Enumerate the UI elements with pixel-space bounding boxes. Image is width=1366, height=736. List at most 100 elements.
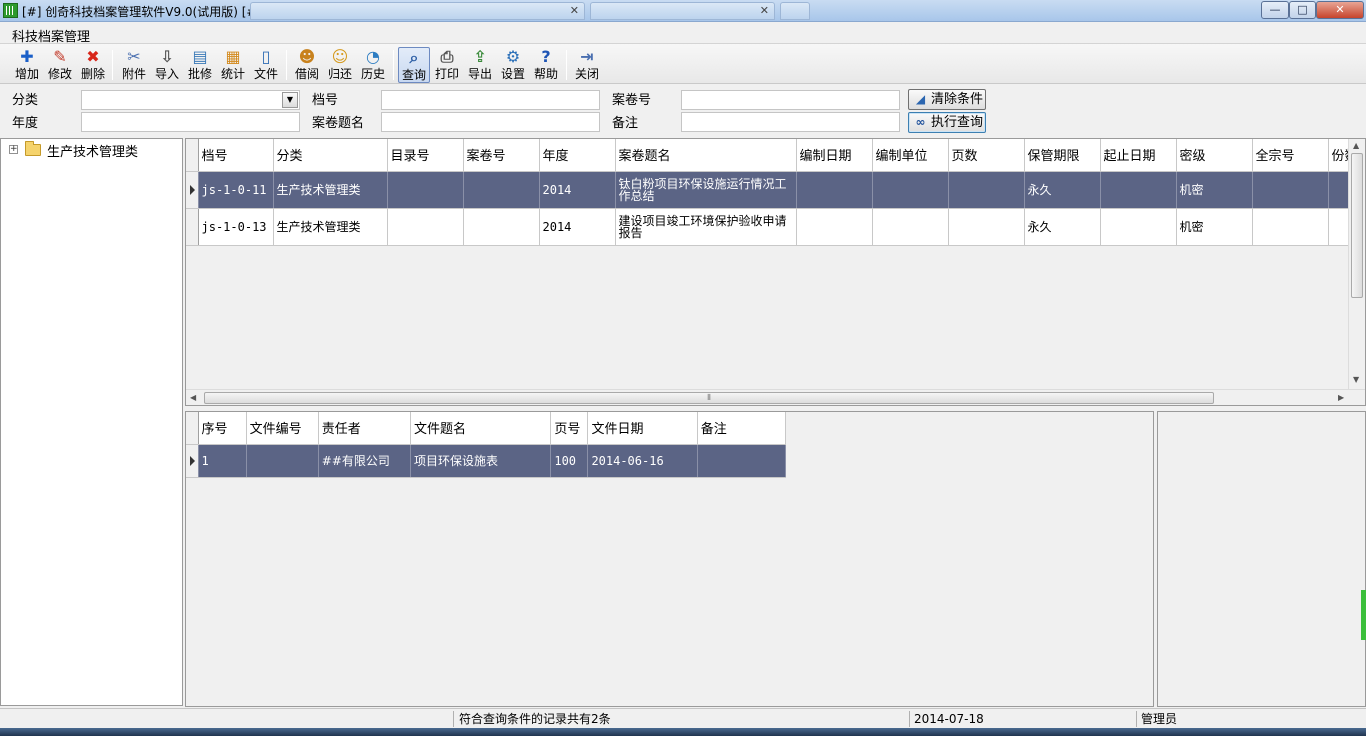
table-cell[interactable] bbox=[1252, 171, 1329, 209]
column-header-catalog-no[interactable]: 目录号 bbox=[387, 139, 464, 172]
file-button[interactable]: ▯ 文件 bbox=[250, 47, 282, 83]
table-cell[interactable]: 机密 bbox=[1176, 171, 1253, 209]
table-cell[interactable] bbox=[697, 444, 787, 478]
column-header-remark[interactable]: 备注 bbox=[697, 412, 787, 445]
column-header-category[interactable]: 分类 bbox=[273, 139, 388, 172]
column-header-fonds-no[interactable]: 全宗号 bbox=[1252, 139, 1329, 172]
execute-query-button[interactable]: ∞ 执行查询 bbox=[908, 112, 986, 133]
column-header-year[interactable]: 年度 bbox=[539, 139, 616, 172]
table-cell[interactable] bbox=[1100, 171, 1177, 209]
table-cell[interactable] bbox=[948, 171, 1025, 209]
archive-vertical-scrollbar[interactable]: ▲ ▼ bbox=[1348, 139, 1365, 389]
table-cell[interactable]: ##有限公司 bbox=[318, 444, 412, 478]
table-cell[interactable] bbox=[872, 208, 949, 246]
blurred-window-tab bbox=[780, 2, 810, 20]
statistics-button[interactable]: ▦ 统计 bbox=[217, 47, 249, 83]
category-select[interactable]: ▼ bbox=[81, 90, 300, 110]
close-button[interactable]: ⇥ 关闭 bbox=[571, 47, 603, 83]
add-button[interactable]: ✚ 增加 bbox=[11, 47, 43, 83]
table-cell[interactable] bbox=[796, 171, 873, 209]
table-cell[interactable]: 100 bbox=[550, 444, 589, 478]
table-cell[interactable]: 生产技术管理类 bbox=[273, 208, 388, 246]
volume-no-input[interactable] bbox=[681, 90, 900, 110]
horizontal-scroll-thumb[interactable]: ⦀ bbox=[204, 392, 1214, 404]
settings-button[interactable]: ⚙ 设置 bbox=[497, 47, 529, 83]
clear-conditions-button[interactable]: ◢ 清除条件 bbox=[908, 89, 986, 110]
column-header-compile-date[interactable]: 编制日期 bbox=[796, 139, 873, 172]
column-header-volume-no[interactable]: 案卷号 bbox=[463, 139, 540, 172]
delete-button[interactable]: ✖ 删除 bbox=[77, 47, 109, 83]
table-cell[interactable] bbox=[246, 444, 319, 478]
table-cell[interactable]: 生产技术管理类 bbox=[273, 171, 388, 209]
table-cell[interactable]: 钛白粉项目环保设施运行情况工作总结 bbox=[615, 171, 797, 209]
borrow-button[interactable]: ☻ 借阅 bbox=[291, 47, 323, 83]
table-cell[interactable]: 机密 bbox=[1176, 208, 1253, 246]
batch-edit-button[interactable]: ▤ 批修 bbox=[184, 47, 216, 83]
close-window-button[interactable]: ✕ bbox=[1316, 1, 1364, 19]
minimize-button[interactable]: — bbox=[1261, 1, 1289, 19]
column-header-security-level[interactable]: 密级 bbox=[1176, 139, 1253, 172]
archive-header-row: 档号 分类 目录号 案卷号 年度 案卷题名 编制日期 编制单位 页数 保管期限 … bbox=[186, 139, 1365, 172]
table-cell[interactable]: 2014-06-16 bbox=[587, 444, 698, 478]
side-tab[interactable] bbox=[1361, 590, 1366, 640]
column-header-pages[interactable]: 页数 bbox=[948, 139, 1025, 172]
scroll-right-icon[interactable]: ▶ bbox=[1338, 393, 1344, 402]
table-row[interactable]: 1 ##有限公司 项目环保设施表 100 2014-06-16 bbox=[186, 444, 787, 478]
menu-item-archive-management[interactable]: 科技档案管理 bbox=[12, 26, 90, 45]
expand-plus-icon[interactable]: + bbox=[9, 145, 18, 154]
remark-input[interactable] bbox=[681, 112, 900, 132]
column-header-file-date[interactable]: 文件日期 bbox=[587, 412, 698, 445]
attachment-button[interactable]: ✂ 附件 bbox=[118, 47, 150, 83]
table-cell[interactable] bbox=[1252, 208, 1329, 246]
paperclip-icon: ✂ bbox=[127, 47, 141, 66]
table-cell[interactable] bbox=[948, 208, 1025, 246]
table-cell[interactable] bbox=[1100, 208, 1177, 246]
table-cell[interactable]: js-1-0-11 bbox=[198, 171, 274, 209]
vertical-scroll-thumb[interactable] bbox=[1351, 153, 1363, 298]
print-button[interactable]: ⎙ 打印 bbox=[431, 47, 463, 83]
table-cell[interactable] bbox=[872, 171, 949, 209]
archive-horizontal-scrollbar[interactable]: ◀ ⦀ ▶ bbox=[186, 389, 1365, 405]
column-header-seq-no[interactable]: 序号 bbox=[198, 412, 247, 445]
table-cell[interactable] bbox=[387, 208, 464, 246]
column-header-date-range[interactable]: 起止日期 bbox=[1100, 139, 1177, 172]
maximize-button[interactable]: □ bbox=[1289, 1, 1316, 19]
table-cell[interactable]: js-1-0-13 bbox=[198, 208, 274, 246]
help-button[interactable]: ? 帮助 bbox=[530, 47, 562, 83]
table-cell[interactable]: 2014 bbox=[539, 171, 616, 209]
table-cell[interactable]: 永久 bbox=[1024, 208, 1101, 246]
history-button[interactable]: ◔ 历史 bbox=[357, 47, 389, 83]
column-header-archive-no[interactable]: 档号 bbox=[198, 139, 274, 172]
archive-no-input[interactable] bbox=[381, 90, 600, 110]
column-header-file-title[interactable]: 文件题名 bbox=[410, 412, 552, 445]
table-cell[interactable]: 项目环保设施表 bbox=[410, 444, 552, 478]
table-cell[interactable]: 2014 bbox=[539, 208, 616, 246]
table-cell[interactable] bbox=[463, 171, 540, 209]
scroll-left-icon[interactable]: ◀ bbox=[190, 393, 196, 402]
edit-button[interactable]: ✎ 修改 bbox=[44, 47, 76, 83]
column-header-volume-title[interactable]: 案卷题名 bbox=[615, 139, 797, 172]
column-header-compile-unit[interactable]: 编制单位 bbox=[872, 139, 949, 172]
table-cell[interactable]: 永久 bbox=[1024, 171, 1101, 209]
export-button[interactable]: ⇪ 导出 bbox=[464, 47, 496, 83]
year-input[interactable] bbox=[81, 112, 300, 132]
scroll-down-icon[interactable]: ▼ bbox=[1353, 375, 1359, 384]
import-button[interactable]: ⇩ 导入 bbox=[151, 47, 183, 83]
chevron-down-icon[interactable]: ▼ bbox=[282, 92, 298, 108]
table-row[interactable]: js-1-0-13 生产技术管理类 2014 建设项目竣工环境保护验收申请报告 … bbox=[186, 208, 1365, 246]
column-header-page-no[interactable]: 页号 bbox=[550, 412, 589, 445]
table-cell[interactable] bbox=[463, 208, 540, 246]
return-button[interactable]: ☺ 归还 bbox=[324, 47, 356, 83]
table-cell[interactable] bbox=[796, 208, 873, 246]
table-cell[interactable]: 1 bbox=[198, 444, 247, 478]
column-header-responsible[interactable]: 责任者 bbox=[318, 412, 412, 445]
column-header-retention[interactable]: 保管期限 bbox=[1024, 139, 1101, 172]
borrow-icon: ☻ bbox=[298, 47, 316, 66]
column-header-file-no[interactable]: 文件编号 bbox=[246, 412, 319, 445]
table-cell[interactable] bbox=[387, 171, 464, 209]
query-button[interactable]: ⌕ 查询 bbox=[398, 47, 430, 83]
table-cell[interactable]: 建设项目竣工环境保护验收申请报告 bbox=[615, 208, 797, 246]
scroll-up-icon[interactable]: ▲ bbox=[1353, 141, 1359, 150]
table-row[interactable]: js-1-0-11 生产技术管理类 2014 钛白粉项目环保设施运行情况工作总结… bbox=[186, 171, 1365, 209]
volume-title-input[interactable] bbox=[381, 112, 600, 132]
